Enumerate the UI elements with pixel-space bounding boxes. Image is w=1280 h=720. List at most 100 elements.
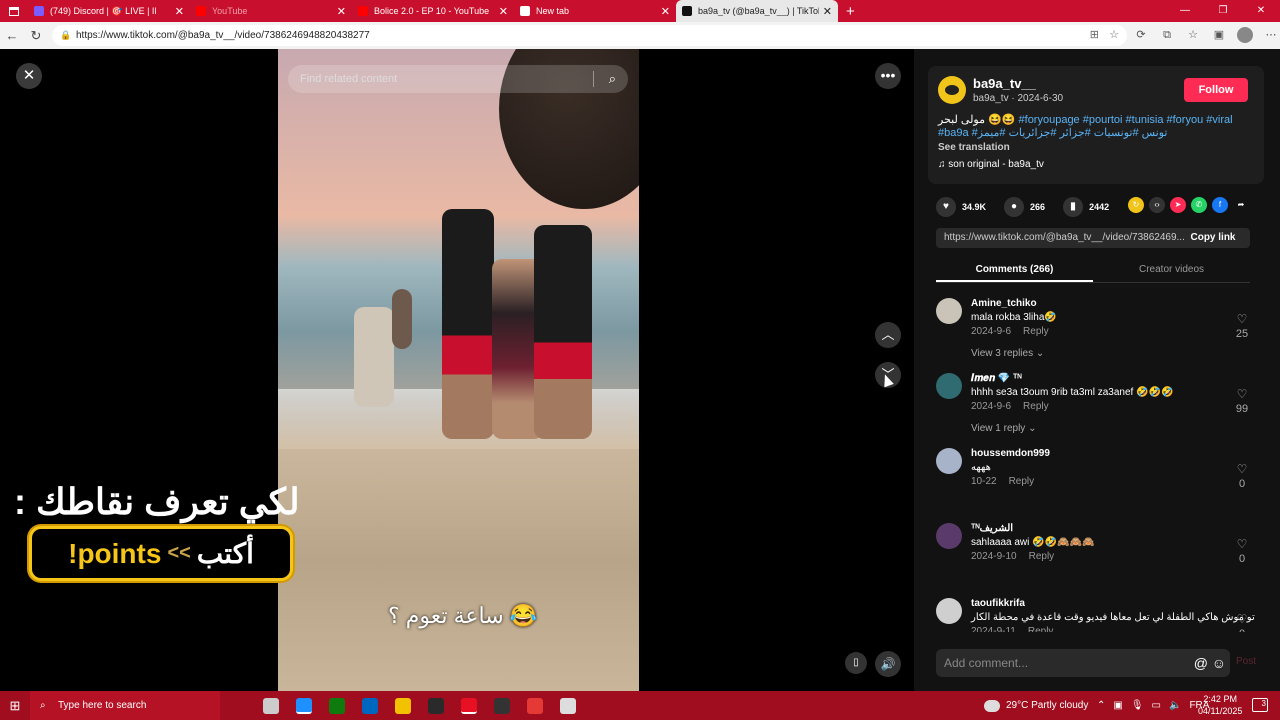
- save-stat[interactable]: ▮ 2442: [1063, 197, 1109, 217]
- avatar[interactable]: [936, 598, 962, 624]
- tray-app-icon[interactable]: ▣: [1113, 700, 1122, 711]
- start-icon[interactable]: ⊞: [0, 698, 30, 714]
- split-screen-icon[interactable]: ⧉: [1158, 25, 1176, 45]
- minimize-icon[interactable]: —: [1166, 0, 1204, 22]
- taskbar-app-icon[interactable]: [452, 691, 485, 720]
- heart-icon[interactable]: ♡: [1236, 387, 1248, 401]
- like-stat[interactable]: ♥ 34.9K: [936, 197, 986, 217]
- volume-icon[interactable]: 🔊: [875, 651, 901, 677]
- network-icon[interactable]: ▭: [1152, 700, 1161, 711]
- taskbar-app-icon[interactable]: [287, 691, 320, 720]
- video-player[interactable]: Find related content ⌕ ساعة تعوم ؟ 😂: [278, 49, 639, 691]
- favorites-icon[interactable]: ☆: [1184, 25, 1202, 45]
- follow-button[interactable]: Follow: [1184, 78, 1248, 102]
- taskbar-app-icon[interactable]: [419, 691, 452, 720]
- avatar[interactable]: [936, 298, 962, 324]
- clock[interactable]: 2:42 PM 04/11/2025: [1198, 693, 1242, 717]
- comment-stat[interactable]: ● 266: [1004, 197, 1045, 217]
- app-available-icon[interactable]: ⊞: [1090, 25, 1099, 46]
- heart-icon[interactable]: ♡: [1236, 462, 1248, 476]
- heart-icon[interactable]: ♡: [1236, 312, 1248, 326]
- reply-button[interactable]: Reply: [1028, 626, 1054, 632]
- reply-button[interactable]: Reply: [1023, 326, 1049, 337]
- close-video-button[interactable]: ✕: [16, 63, 42, 89]
- send-icon[interactable]: ➤: [1170, 197, 1186, 213]
- heart-icon[interactable]: ♡: [1236, 612, 1248, 626]
- browser-tab[interactable]: New tab ✕: [514, 0, 676, 22]
- back-icon[interactable]: ←: [0, 28, 24, 43]
- microphone-icon[interactable]: 🎙: [1131, 700, 1144, 711]
- taskbar-app-icon[interactable]: [320, 691, 353, 720]
- view-replies-link[interactable]: View 3 replies ⌄: [971, 348, 1044, 359]
- chevron-up-icon[interactable]: ︿: [875, 322, 901, 348]
- taskbar-app-icon[interactable]: [386, 691, 419, 720]
- taskbar-app-icon[interactable]: [353, 691, 386, 720]
- embed-icon[interactable]: ‹›: [1149, 197, 1165, 213]
- weather-widget[interactable]: 29°C Partly cloudy: [984, 691, 1088, 720]
- related-search-box[interactable]: Find related content ⌕: [288, 65, 628, 93]
- avatar[interactable]: [936, 448, 962, 474]
- see-translation-link[interactable]: See translation: [938, 142, 1010, 153]
- browser-tab[interactable]: ba9a_tv (@ba9a_tv__) | TikTok ✕: [676, 0, 838, 22]
- heart-icon[interactable]: ♥: [936, 197, 956, 217]
- heart-icon[interactable]: ♡: [1236, 537, 1248, 551]
- lock-icon[interactable]: 🔒: [60, 25, 71, 46]
- url-field[interactable]: 🔒 https://www.tiktok.com/@ba9a_tv__/vide…: [52, 25, 1127, 46]
- avatar[interactable]: [936, 523, 962, 549]
- collections-icon[interactable]: ▣: [1210, 25, 1228, 45]
- reply-button[interactable]: Reply: [1009, 476, 1035, 487]
- new-tab-button[interactable]: +: [846, 3, 855, 20]
- browser-tab[interactable]: (749) Discord | 🎯 LIVE | Il ✕: [28, 0, 190, 22]
- emoji-icon[interactable]: ☺: [1212, 649, 1226, 677]
- username[interactable]: ba9a_tv__: [973, 76, 1036, 91]
- comment-username[interactable]: ᵀᴺالشريف: [971, 523, 1013, 534]
- more-icon[interactable]: ⋯: [1262, 25, 1280, 45]
- favorite-star-icon[interactable]: ☆: [1109, 25, 1119, 46]
- refresh-icon[interactable]: ↻: [24, 28, 48, 44]
- mention-icon[interactable]: @: [1194, 649, 1208, 677]
- taskbar-app-icon[interactable]: [518, 691, 551, 720]
- add-comment-input[interactable]: Add comment... @ ☺: [936, 649, 1230, 677]
- search-icon[interactable]: ⌕: [609, 65, 616, 93]
- profile-icon[interactable]: [1236, 25, 1254, 45]
- close-tab-icon[interactable]: ✕: [175, 5, 184, 18]
- copy-link-button[interactable]: Copy link: [1176, 228, 1250, 248]
- miniplayer-icon[interactable]: ▯: [845, 652, 867, 674]
- taskbar-app-icon[interactable]: [551, 691, 584, 720]
- close-tab-icon[interactable]: ✕: [823, 5, 832, 18]
- comment-username[interactable]: taoufikkrifa: [971, 598, 1025, 609]
- avatar[interactable]: [938, 76, 966, 104]
- restore-icon[interactable]: ❐: [1204, 0, 1242, 22]
- repost-icon[interactable]: ↻: [1128, 197, 1144, 213]
- notification-icon[interactable]: 3: [1252, 698, 1268, 712]
- avatar[interactable]: [936, 373, 962, 399]
- view-replies-link[interactable]: View 1 reply ⌄: [971, 423, 1036, 434]
- reply-button[interactable]: Reply: [1023, 401, 1049, 412]
- taskbar-app-icon[interactable]: [254, 691, 287, 720]
- reply-button[interactable]: Reply: [1029, 551, 1055, 562]
- taskbar-app-icon[interactable]: [485, 691, 518, 720]
- speaker-icon[interactable]: 🔈: [1169, 700, 1181, 711]
- extensions-icon[interactable]: ⟳: [1132, 25, 1150, 45]
- close-tab-icon[interactable]: ✕: [499, 5, 508, 18]
- share-arrow-icon[interactable]: ➦: [1233, 197, 1249, 213]
- close-tab-icon[interactable]: ✕: [661, 5, 670, 18]
- more-options-icon[interactable]: •••: [875, 63, 901, 89]
- facebook-icon[interactable]: f: [1212, 197, 1228, 213]
- comment-username[interactable]: Amine_tchiko: [971, 298, 1037, 309]
- tray-chevron-icon[interactable]: ⌃: [1097, 700, 1105, 711]
- whatsapp-icon[interactable]: ✆: [1191, 197, 1207, 213]
- browser-tab[interactable]: YouTube ✕: [190, 0, 352, 22]
- comment-username[interactable]: houssemdon999: [971, 448, 1050, 459]
- bookmark-icon[interactable]: ▮: [1063, 197, 1084, 217]
- close-window-icon[interactable]: ✕: [1242, 0, 1280, 22]
- browser-tab[interactable]: Bolice 2.0 - EP 10 - YouTube ✕: [352, 0, 514, 22]
- tab-creator-videos[interactable]: Creator videos: [1093, 261, 1250, 282]
- window-menu-icon[interactable]: [0, 0, 28, 22]
- video-link-text[interactable]: https://www.tiktok.com/@ba9a_tv__/video/…: [944, 232, 1185, 243]
- tab-comments[interactable]: Comments (266): [936, 261, 1093, 282]
- comment-icon[interactable]: ●: [1004, 197, 1025, 217]
- comment-username[interactable]: 𝑰𝒎𝒆𝒏 💎 ᵀᴺ: [971, 373, 1022, 384]
- close-tab-icon[interactable]: ✕: [337, 5, 346, 18]
- taskbar-search[interactable]: ⌕ Type here to search: [30, 691, 220, 720]
